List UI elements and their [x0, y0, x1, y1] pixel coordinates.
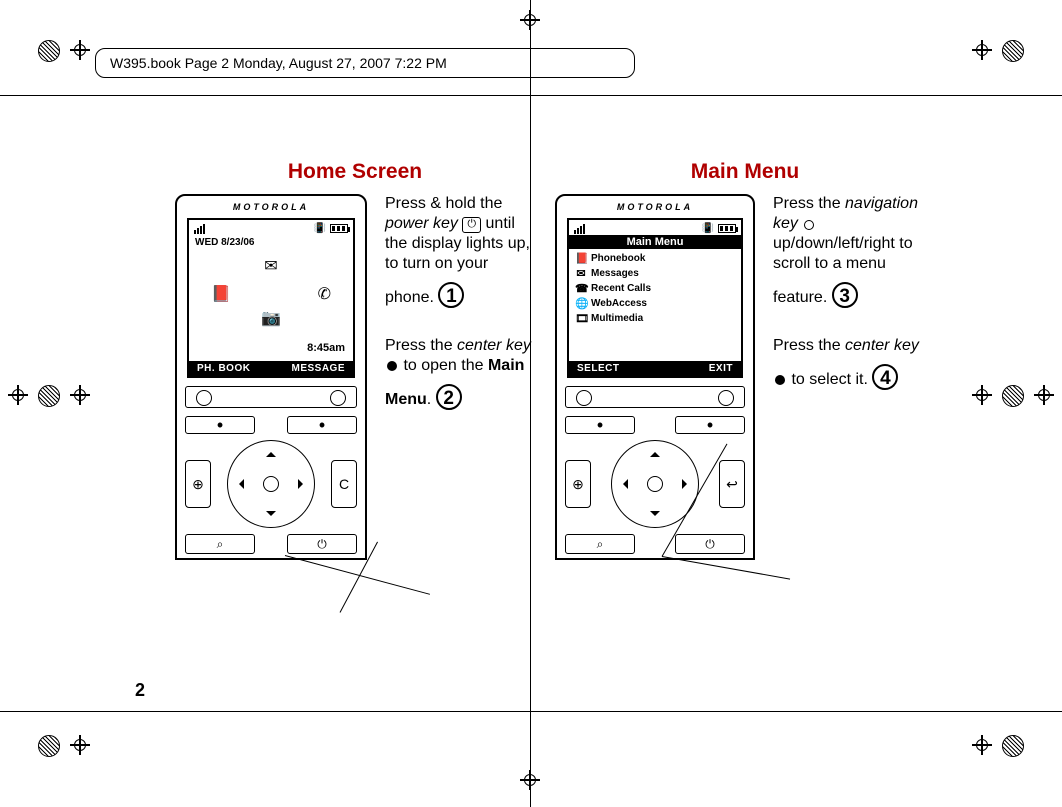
print-mark — [972, 735, 992, 755]
home-date: WED 8/23/06 — [189, 235, 353, 250]
print-mark — [38, 735, 60, 757]
right-softkey — [287, 416, 357, 434]
alert-icon: ✆ — [318, 284, 331, 304]
step-2-badge: 2 — [436, 384, 462, 410]
page-number: 2 — [135, 680, 145, 701]
print-mark — [1002, 735, 1024, 757]
center-key-icon — [387, 361, 397, 371]
phone-illustration-menu: MOTOROLA 📳 Main Menu 📕Phonebook ✉Message… — [555, 194, 755, 560]
brand-label: MOTOROLA — [557, 196, 753, 214]
running-header: W395.book Page 2 Monday, August 27, 2007… — [95, 48, 635, 78]
soft-left: SELECT — [577, 363, 619, 374]
print-mark — [70, 40, 90, 60]
menu-title-bar: Main Menu — [569, 235, 741, 249]
send-key: ⌕ — [185, 534, 255, 554]
battery-icon — [718, 224, 736, 233]
main-menu-title: Main Menu — [555, 160, 935, 184]
vibrate-icon: 📳 — [702, 223, 714, 234]
menu-item-webaccess: 🌐WebAccess — [575, 296, 735, 311]
navigation-dpad — [227, 440, 315, 528]
power-key: ⏻ — [287, 534, 357, 554]
center-key — [647, 476, 663, 492]
print-mark — [1002, 40, 1024, 62]
menu-item-phonebook: 📕Phonebook — [575, 251, 735, 266]
print-mark — [8, 385, 28, 405]
home-shortcut-icons: ✉ 📕 ✆ 📷 — [189, 250, 353, 330]
print-mark — [1034, 385, 1054, 405]
left-softkey — [565, 416, 635, 434]
status-bar: 📳 — [569, 220, 741, 235]
home-screen-column: Home Screen MOTOROLA 📳 WED 8/23/06 ✉ 📕 ✆ — [175, 160, 535, 560]
brand-label: MOTOROLA — [177, 196, 365, 214]
navigation-key-icon — [804, 220, 814, 230]
phone-keypad: ⊕ ↩ ⌕ ⏻ — [565, 416, 745, 554]
print-mark — [38, 40, 60, 62]
menu-item-multimedia: 🎞Multimedia — [575, 311, 735, 326]
signal-icon — [574, 223, 585, 234]
phone-illustration-home: MOTOROLA 📳 WED 8/23/06 ✉ 📕 ✆ 📷 8:45am — [175, 194, 367, 560]
power-key: ⏻ — [675, 534, 745, 554]
phone-screen: 📳 WED 8/23/06 ✉ 📕 ✆ 📷 8:45am PH. BOOK ME… — [187, 218, 355, 378]
battery-icon — [330, 224, 348, 233]
main-menu-column: Main Menu MOTOROLA 📳 Main Menu 📕Phoneboo… — [555, 160, 935, 560]
step-1-badge: 1 — [438, 282, 464, 308]
step-1-annotation: Press & hold the power key ⏻ until the d… — [385, 194, 535, 308]
menu-list: 📕Phonebook ✉Messages ☎Recent Calls 🌐WebA… — [569, 249, 741, 328]
phonebook-icon: 📕 — [575, 252, 587, 265]
step-4-annotation: Press the center key to select it. 4 — [773, 336, 923, 390]
phone-hinge — [185, 386, 357, 408]
send-key: ⌕ — [565, 534, 635, 554]
softkey-bar: SELECT EXIT — [569, 361, 741, 376]
right-softkey — [675, 416, 745, 434]
clear-key: C — [331, 460, 357, 508]
softkey-bar: PH. BOOK MESSAGE — [189, 361, 353, 376]
camera-icon: 📷 — [261, 308, 281, 328]
left-softkey — [185, 416, 255, 434]
center-key — [263, 476, 279, 492]
power-key-icon: ⏻ — [462, 217, 481, 233]
multimedia-icon: 🎞 — [575, 312, 587, 325]
phonebook-icon: 📕 — [211, 284, 231, 304]
phone-hinge — [565, 386, 745, 408]
print-mark — [972, 385, 992, 405]
phone-screen: 📳 Main Menu 📕Phonebook ✉Messages ☎Recent… — [567, 218, 743, 378]
home-time: 8:45am — [307, 342, 345, 354]
print-mark — [38, 385, 60, 407]
soft-left: PH. BOOK — [197, 363, 250, 374]
center-key-icon — [775, 375, 785, 385]
print-mark — [972, 40, 992, 60]
crop-line — [0, 95, 1062, 96]
menu-item-messages: ✉Messages — [575, 266, 735, 281]
status-bar: 📳 — [189, 220, 353, 235]
signal-icon — [194, 223, 205, 234]
web-key: ⊕ — [185, 460, 211, 508]
step-3-annotation: Press the navigation key up/down/left/ri… — [773, 194, 923, 308]
web-key: ⊕ — [565, 460, 591, 508]
step-3-badge: 3 — [832, 282, 858, 308]
back-key: ↩ — [719, 460, 745, 508]
leader-line — [285, 555, 430, 595]
menu-item-recent-calls: ☎Recent Calls — [575, 281, 735, 296]
step-2-annotation: Press the center key to open the Main Me… — [385, 336, 535, 410]
web-icon: 🌐 — [575, 297, 587, 310]
print-mark — [1002, 385, 1024, 407]
crop-line — [0, 711, 1062, 712]
vibrate-icon: 📳 — [314, 223, 326, 234]
soft-right: MESSAGE — [291, 363, 345, 374]
home-screen-title: Home Screen — [175, 160, 535, 184]
phone-keypad: ⊕ C ⌕ ⏻ — [185, 416, 357, 554]
messages-icon: ✉ — [575, 267, 587, 280]
step-4-badge: 4 — [872, 364, 898, 390]
soft-right: EXIT — [709, 363, 733, 374]
print-mark — [70, 385, 90, 405]
messages-icon: ✉ — [264, 256, 277, 276]
print-mark — [70, 735, 90, 755]
recent-calls-icon: ☎ — [575, 282, 587, 295]
